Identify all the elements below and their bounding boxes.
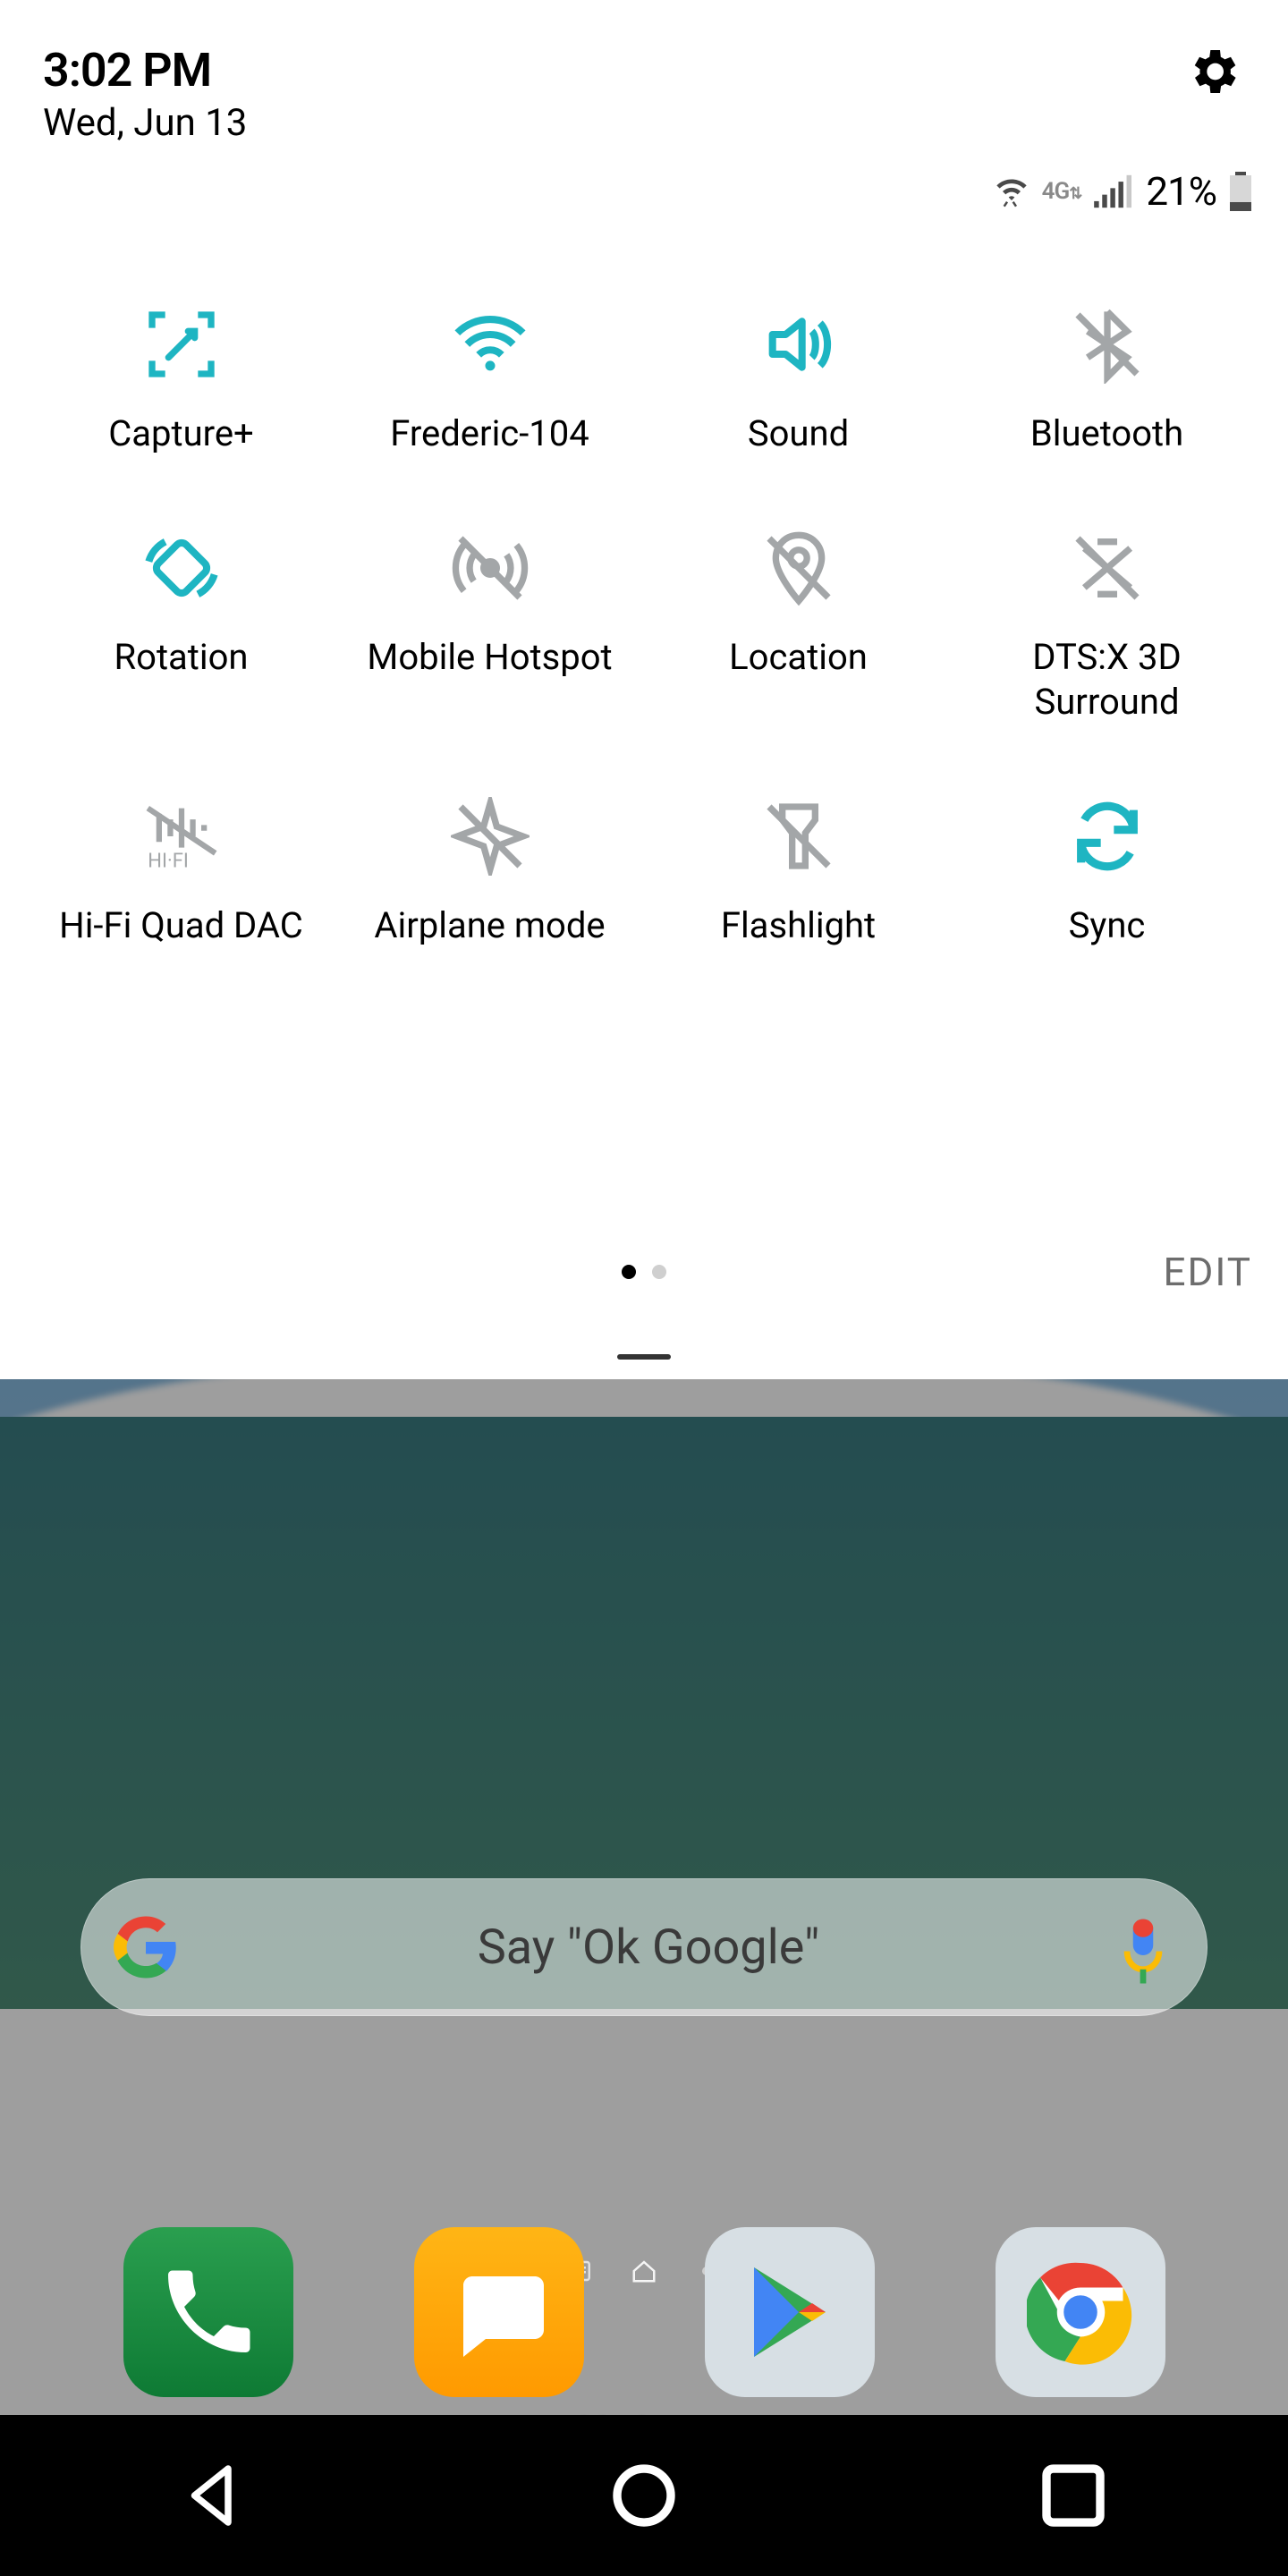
signal-icon	[1094, 174, 1133, 209]
qs-tile-dtsx[interactable]: DTS:X 3D Surround	[953, 528, 1261, 724]
hotspot-icon	[441, 528, 539, 608]
google-search-widget[interactable]: Say "Ok Google"	[80, 1878, 1208, 2016]
qs-tile-label: Sync	[1063, 903, 1151, 948]
flashlight-icon	[750, 796, 848, 877]
quick-settings-panel: 3:02 PM Wed, Jun 13 4G⇅ 21% Capture+	[0, 0, 1288, 1379]
mic-icon[interactable]	[1119, 1915, 1167, 1979]
nav-back-button[interactable]	[174, 2455, 255, 2536]
capture-plus-icon	[132, 304, 231, 385]
wifi-activity-icon	[994, 174, 1030, 209]
dock-app-phone[interactable]	[123, 2227, 293, 2397]
wifi-icon	[441, 304, 539, 385]
sound-icon	[750, 304, 848, 385]
qs-tile-label: Capture+	[103, 411, 258, 456]
rotation-icon	[132, 528, 231, 608]
nav-home-button[interactable]	[604, 2455, 684, 2536]
bluetooth-icon	[1058, 304, 1157, 385]
qs-tile-label: Flashlight	[716, 903, 881, 948]
dtsx-icon	[1058, 528, 1157, 608]
qs-tile-label: Mobile Hotspot	[361, 635, 617, 680]
qs-tile-sync[interactable]: Sync	[953, 796, 1261, 948]
phone-icon	[123, 2227, 293, 2397]
qs-tile-location[interactable]: Location	[644, 528, 953, 724]
qs-tile-flashlight[interactable]: Flashlight	[644, 796, 953, 948]
airplane-icon	[441, 796, 539, 877]
chrome-icon	[996, 2227, 1165, 2397]
qs-edit-button[interactable]: EDIT	[1164, 1249, 1252, 1295]
dock	[0, 2227, 1288, 2397]
qs-tile-label: DTS:X 3D Surround	[1027, 635, 1186, 724]
qs-page-indicator	[622, 1265, 666, 1279]
qs-tile-sound[interactable]: Sound	[644, 304, 953, 456]
qs-tile-hifi-dac[interactable]: HI·FI Hi-Fi Quad DAC	[27, 796, 335, 948]
qs-tile-airplane[interactable]: Airplane mode	[335, 796, 644, 948]
qs-tile-label: Bluetooth	[1025, 411, 1189, 456]
network-type-icon: 4G⇅	[1042, 178, 1082, 205]
sync-icon	[1058, 796, 1157, 877]
dock-app-play-store[interactable]	[705, 2227, 875, 2397]
qs-tile-capture-plus[interactable]: Capture+	[27, 304, 335, 456]
battery-percentage: 21%	[1146, 168, 1216, 215]
svg-text:HI·FI: HI·FI	[148, 851, 189, 873]
location-icon	[750, 528, 848, 608]
dock-app-chrome[interactable]	[996, 2227, 1165, 2397]
status-time: 3:02 PM	[43, 43, 247, 97]
nav-recents-button[interactable]	[1033, 2455, 1114, 2536]
qs-tile-label: Hi-Fi Quad DAC	[54, 903, 309, 948]
navigation-bar	[0, 2415, 1288, 2576]
qs-tile-label: Location	[724, 635, 873, 680]
battery-icon	[1229, 172, 1252, 211]
panel-drag-handle[interactable]	[617, 1354, 671, 1360]
dock-app-messages[interactable]	[414, 2227, 584, 2397]
secondary-status-bar: 4G⇅ 21%	[0, 145, 1288, 215]
hifi-dac-icon: HI·FI	[132, 796, 231, 877]
google-logo-icon	[114, 1915, 178, 1979]
qs-tile-label: Frederic-104	[385, 411, 594, 456]
qs-tile-hotspot[interactable]: Mobile Hotspot	[335, 528, 644, 724]
qs-tile-rotation[interactable]: Rotation	[27, 528, 335, 724]
qs-tile-label: Airplane mode	[369, 903, 610, 948]
qs-tile-label: Sound	[742, 411, 854, 456]
status-date: Wed, Jun 13	[43, 101, 247, 145]
play-store-icon	[705, 2227, 875, 2397]
google-search-hint: Say "Ok Google"	[478, 1919, 820, 1976]
messages-icon	[414, 2227, 584, 2397]
qs-tile-wifi[interactable]: Frederic-104	[335, 304, 644, 456]
settings-button[interactable]	[1184, 43, 1241, 100]
qs-tile-label: Rotation	[108, 635, 253, 680]
qs-tile-bluetooth[interactable]: Bluetooth	[953, 304, 1261, 456]
